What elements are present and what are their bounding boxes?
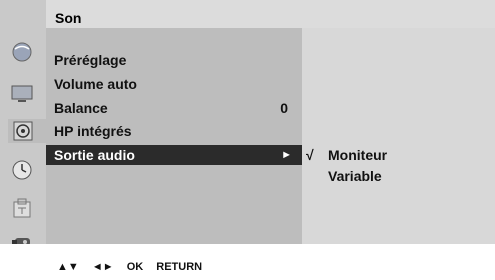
menu-item-label: Préréglage (54, 52, 127, 68)
return-hint: RETURN (156, 261, 203, 273)
lock-icon[interactable] (8, 196, 36, 220)
speaker-icon[interactable] (8, 119, 46, 143)
screen-icon[interactable] (8, 82, 36, 106)
check-icon: √ (306, 147, 314, 163)
menu-item-auto-volume[interactable]: Volume auto (54, 74, 296, 94)
balance-value: 0 (280, 100, 288, 116)
menu-item-audio-output[interactable]: Sortie audio ► (46, 145, 302, 165)
clock-icon[interactable] (8, 158, 36, 182)
page-title: Son (55, 10, 82, 26)
menu-item-internal-speakers[interactable]: HP intégrés (54, 121, 296, 141)
navigation-hints: ▲▼ ◄► OK RETURN (57, 261, 212, 273)
menu-item-label: Sortie audio (54, 147, 135, 163)
menu-item-label: Volume auto (54, 76, 137, 92)
menu-item-balance[interactable]: Balance 0 (54, 98, 296, 118)
menu-item-preset[interactable]: Préréglage (54, 50, 296, 70)
option-label: Moniteur (328, 147, 388, 163)
up-down-arrows-icon: ▲▼ (57, 261, 79, 273)
option-label: Variable (328, 168, 382, 184)
left-right-arrows-icon: ◄► (91, 261, 114, 273)
option-monitor[interactable]: √ Moniteur (306, 145, 387, 165)
option-variable[interactable]: Variable (306, 166, 382, 186)
submenu-arrow-icon: ► (281, 149, 292, 161)
menu-item-label: HP intégrés (54, 123, 132, 139)
picture-globe-icon[interactable] (8, 40, 36, 64)
ok-hint: OK (126, 261, 144, 273)
header-bar (46, 0, 495, 28)
menu-item-label: Balance (54, 100, 108, 116)
submenu-panel (302, 28, 495, 244)
